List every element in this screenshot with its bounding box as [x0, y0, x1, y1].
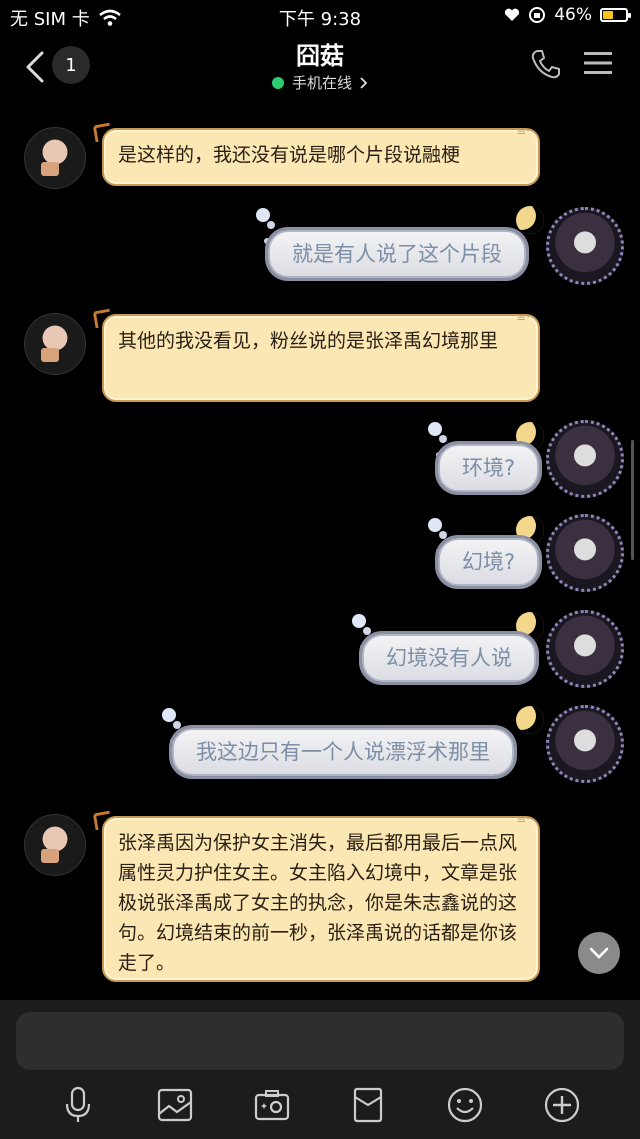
sparkle-decoration-icon [352, 614, 366, 628]
battery-fill [603, 11, 614, 19]
message-bubble[interactable]: 就是有人说了这个片段 [268, 230, 526, 278]
status-icons: 46% [504, 5, 631, 25]
scroll-indicator[interactable] [631, 440, 634, 560]
scroll-to-bottom-button[interactable] [578, 932, 620, 974]
moon-decoration-icon [516, 706, 544, 734]
status-bar: 无 SIM 卡 下午 9:38 46% [0, 0, 640, 34]
message-bubble[interactable]: 幻境没有人说 [362, 634, 536, 682]
my-avatar[interactable] [546, 514, 624, 592]
emoji-button[interactable] [445, 1085, 485, 1125]
my-avatar[interactable] [546, 207, 624, 285]
sparkle-decoration-icon [162, 708, 176, 722]
voice-button[interactable] [58, 1085, 98, 1125]
my-avatar[interactable] [546, 705, 624, 783]
message-text: 幻境没有人说 [386, 646, 512, 670]
composer-toolbar [0, 1082, 640, 1128]
photo-button[interactable] [155, 1085, 195, 1125]
message-bubble[interactable]: 幻境? [438, 538, 540, 586]
message-text: 就是有人说了这个片段 [292, 242, 502, 266]
phone-call-icon[interactable] [530, 48, 562, 80]
sparkle-decoration-icon [428, 518, 442, 532]
plus-icon [544, 1087, 579, 1123]
more-button[interactable] [542, 1085, 582, 1125]
red-packet-button[interactable] [348, 1085, 388, 1125]
red-packet-icon [354, 1087, 383, 1123]
contact-avatar[interactable] [24, 313, 86, 375]
contact-avatar[interactable] [24, 127, 86, 189]
online-status-label: 手机在线 [291, 74, 352, 92]
battery-icon [600, 8, 631, 22]
emoji-icon [447, 1087, 483, 1123]
moon-decoration-icon [516, 206, 544, 234]
message-text: 环境? [462, 456, 516, 480]
menu-icon[interactable] [584, 50, 612, 76]
message-bubble[interactable]: 我这边只有一个人说漂浮术那里 [172, 728, 514, 776]
composer [0, 1000, 640, 1139]
message-bubble[interactable]: 环境? [438, 444, 540, 492]
contact-avatar[interactable] [24, 814, 86, 876]
message-text: 是这样的，我还没有说是哪个片段说融梗 [118, 144, 461, 166]
online-dot-icon [271, 76, 284, 89]
message-text: 其他的我没看见，粉丝说的是张泽禹幻境那里 [118, 330, 499, 352]
chevron-down-icon [589, 947, 609, 959]
sparkle-decoration-icon [428, 422, 442, 436]
heart-icon [505, 8, 520, 21]
chevron-right-icon [360, 76, 368, 89]
my-avatar[interactable] [546, 610, 624, 688]
camera-button[interactable] [252, 1085, 292, 1125]
camera-icon [254, 1090, 289, 1121]
message-list[interactable]: 是这样的，我还没有说是哪个片段说融梗 就是有人说了这个片段 其他的我没看见，粉丝… [0, 102, 640, 1000]
image-icon [157, 1088, 193, 1122]
message-bubble[interactable]: 张泽禹因为保护女主消失，最后都用最后一点风属性灵力护住女主。女主陷入幻境中，文章… [102, 804, 540, 982]
message-text: 我这边只有一个人说漂浮术那里 [196, 740, 490, 764]
orientation-lock-icon [529, 7, 546, 23]
message-bubble[interactable]: 是这样的，我还没有说是哪个片段说融梗 [102, 116, 540, 186]
message-text: 张泽禹因为保护女主消失，最后都用最后一点风属性灵力护住女主。女主陷入幻境中，文章… [118, 832, 518, 974]
microphone-icon [66, 1086, 91, 1122]
message-bubble[interactable]: 其他的我没看见，粉丝说的是张泽禹幻境那里 [102, 302, 540, 402]
chat-header: 1 囧菇 手机在线 [0, 34, 640, 102]
sparkle-decoration-icon [256, 208, 270, 222]
battery-percent: 46% [554, 5, 592, 25]
my-avatar[interactable] [546, 420, 624, 498]
message-text: 幻境? [462, 550, 516, 574]
message-input[interactable] [16, 1012, 624, 1070]
